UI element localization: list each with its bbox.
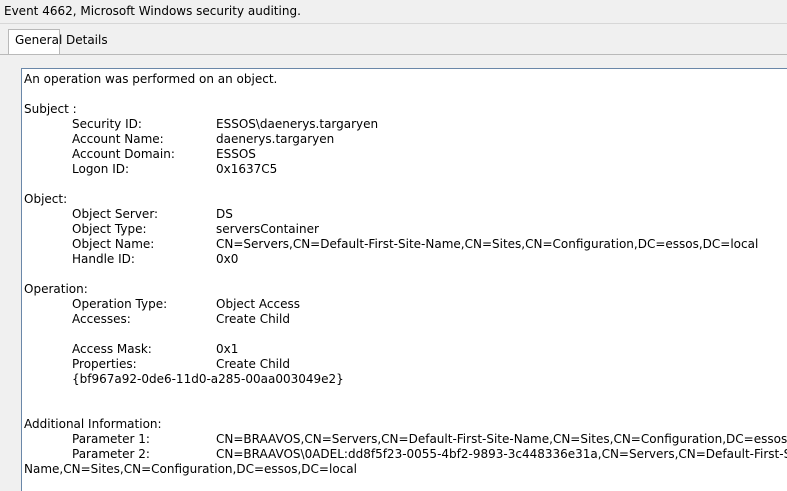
- field-row: Parameter 2: CN=BRAAVOS\0ADEL:dd8f5f23-0…: [24, 447, 787, 462]
- field-value: Object Access: [216, 297, 300, 311]
- field-row: Handle ID: 0x0: [24, 252, 787, 267]
- field-row: Logon ID: 0x1637C5: [24, 162, 787, 177]
- field-value: Create Child: [216, 357, 290, 371]
- field-row: Properties: Create Child: [24, 357, 787, 372]
- event-description-textbox[interactable]: An operation was performed on an object.…: [21, 68, 787, 491]
- field-key: Object Type:: [72, 222, 147, 236]
- field-value: Create Child: [216, 312, 290, 326]
- field-row: Parameter 1: CN=BRAAVOS,CN=Servers,CN=De…: [24, 432, 787, 447]
- operation-heading: Operation:: [24, 282, 88, 296]
- field-key: Account Domain:: [72, 147, 175, 161]
- field-row: Operation Type: Object Access: [24, 297, 787, 312]
- event-properties-window: Event 4662, Microsoft Windows security a…: [0, 0, 787, 491]
- field-value: ESSOS\daenerys.targaryen: [216, 117, 379, 131]
- tab-details[interactable]: Details: [60, 30, 114, 52]
- field-key: Account Name:: [72, 132, 164, 146]
- field-key: Parameter 2:: [72, 447, 150, 461]
- field-row: Access Mask: 0x1: [24, 342, 787, 357]
- field-row: Account Domain: ESSOS: [24, 147, 787, 162]
- field-value: 0x1637C5: [216, 162, 278, 176]
- subject-heading: Subject :: [24, 102, 77, 116]
- field-row: Accesses: Create Child: [24, 312, 787, 327]
- field-value: DS: [216, 207, 233, 221]
- field-value: daenerys.targaryen: [216, 132, 335, 146]
- field-value: CN=BRAAVOS,CN=Servers,CN=Default-First-S…: [216, 432, 787, 446]
- field-value: CN=Servers,CN=Default-First-Site-Name,CN…: [216, 237, 759, 251]
- tab-general[interactable]: General: [8, 29, 62, 54]
- field-row: Security ID: ESSOS\daenerys.targaryen: [24, 117, 787, 132]
- field-value-continuation: Name,CN=Sites,CN=Configuration,DC=essos,…: [24, 462, 357, 476]
- property-guid: {bf967a92-0de6-11d0-a285-00aa003049e2}: [72, 372, 344, 386]
- field-value: serversContainer: [216, 222, 319, 236]
- property-guid-row: {bf967a92-0de6-11d0-a285-00aa003049e2}: [24, 372, 787, 387]
- object-heading: Object:: [24, 192, 68, 206]
- field-key: Properties:: [72, 357, 137, 371]
- field-value: CN=BRAAVOS\0ADEL:dd8f5f23-0055-4bf2-9893…: [216, 447, 787, 461]
- field-row: Object Type: serversContainer: [24, 222, 787, 237]
- field-key: Logon ID:: [72, 162, 130, 176]
- field-value: 0x1: [216, 342, 239, 356]
- field-key: Handle ID:: [72, 252, 135, 266]
- general-tab-panel: An operation was performed on an object.…: [0, 54, 787, 491]
- field-row: Object Name: CN=Servers,CN=Default-First…: [24, 237, 787, 252]
- field-key: Security ID:: [72, 117, 142, 131]
- field-key: Access Mask:: [72, 342, 152, 356]
- field-key: Parameter 1:: [72, 432, 150, 446]
- field-key: Operation Type:: [72, 297, 168, 311]
- event-intro: An operation was performed on an object.: [24, 72, 278, 86]
- field-row: Object Server: DS: [24, 207, 787, 222]
- field-key: Object Server:: [72, 207, 159, 221]
- field-row: Account Name: daenerys.targaryen: [24, 132, 787, 147]
- field-value: ESSOS: [216, 147, 256, 161]
- additional-info-heading: Additional Information:: [24, 417, 162, 431]
- field-key: Accesses:: [72, 312, 131, 326]
- window-title: Event 4662, Microsoft Windows security a…: [0, 0, 787, 24]
- field-key: Object Name:: [72, 237, 155, 251]
- tab-strip: General Details: [0, 24, 787, 54]
- field-value: 0x0: [216, 252, 239, 266]
